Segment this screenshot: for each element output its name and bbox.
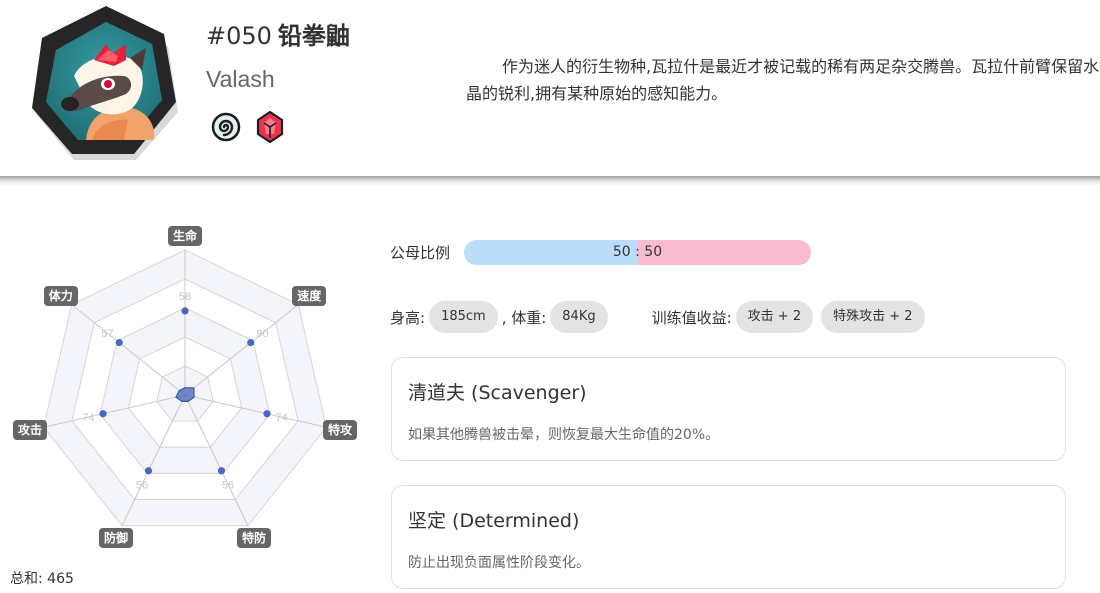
monster-avatar [32, 6, 178, 160]
stat-label: 特攻 [323, 420, 358, 441]
ability-description: 如果其他腾兽被击晕，则恢复最大生命值的20%。 [408, 427, 720, 443]
ev-label: 训练值收益: [651, 308, 732, 327]
radar-stat-point [247, 338, 255, 347]
radar-stat-value: 74 [82, 412, 94, 424]
ability-card[interactable]: 清道夫 (Scavenger) 如果其他腾兽被击晕，则恢复最大生命值的20%。 [391, 357, 1066, 461]
wind-spiral-icon[interactable] [210, 110, 242, 144]
stat-label: 防御 [99, 528, 134, 549]
stat-label: 特防 [236, 528, 271, 549]
radar-stat-point [217, 467, 226, 475]
crystal-icon[interactable] [254, 110, 286, 144]
gender-ratio-text: 50 : 50 [612, 244, 663, 260]
weight-chip: 84Kg [550, 301, 608, 333]
radar-stat-point [263, 410, 271, 418]
ability-title: 坚定 (Determined) [408, 510, 580, 532]
monster-name-en: Valash [206, 66, 275, 92]
radar-stat-value: 56 [222, 479, 234, 491]
stat-label: 体力 [43, 285, 78, 306]
gender-ratio-label: 公母比例 [390, 244, 451, 262]
radar-stat-point [144, 467, 153, 475]
ev-yield: 训练值收益: 攻击 + 2 特殊攻击 + 2 [652, 301, 929, 333]
stat-total: 总和: 465 [10, 571, 74, 587]
weight-label: , 体重: [501, 308, 547, 327]
ability-card[interactable]: 坚定 (Determined) 防止出现负面属性阶段变化。 [391, 485, 1066, 589]
height-label: 身高: [390, 308, 426, 327]
monster-title: #050 铅拳鼬 [206, 16, 350, 51]
header-divider [0, 176, 1100, 185]
radar-stat-point [99, 410, 107, 418]
radar-stat-point [115, 338, 123, 347]
radar-stat-value: 58 [179, 291, 191, 303]
ability-description: 防止出现负面属性阶段变化。 [408, 555, 590, 571]
ability-title: 清道夫 (Scavenger) [408, 382, 587, 404]
monster-header: #050 铅拳鼬 Valash 作为迷人的衍生物种,瓦拉什是最近才被记载的稀有两足… [0, 0, 1100, 178]
type-icons [210, 110, 286, 144]
height-chip: 185cm [429, 301, 498, 333]
monster-description: 作为迷人的衍生物种,瓦拉什是最近才被记载的稀有两足杂交腾兽。瓦拉什前臂保留水晶的… [466, 57, 1100, 103]
ev-chip-sp-attack: 特殊攻击 + 2 [821, 301, 925, 333]
dex-number: #050 [206, 22, 272, 50]
radar-stat-value: 57 [101, 328, 113, 340]
stat-label: 攻击 [12, 420, 47, 441]
stat-label: 生命 [168, 226, 203, 246]
radar-stat-value: 56 [136, 479, 148, 491]
radar-stat-value: 90 [256, 328, 268, 340]
stat-label: 速度 [292, 285, 327, 306]
radar-stat-value: 74 [275, 412, 287, 424]
body-info-row: 身高: 185cm , 体重: 84Kg 训练值收益: 攻击 + 2 特殊攻击 … [390, 301, 929, 333]
stats-radar-chart: 58 90 74 56 56 74 57 [43, 249, 327, 527]
monster-name-cn: 铅拳鼬 [277, 22, 350, 50]
radar-stat-point [181, 307, 189, 315]
ev-chip-attack: 攻击 + 2 [735, 301, 814, 333]
